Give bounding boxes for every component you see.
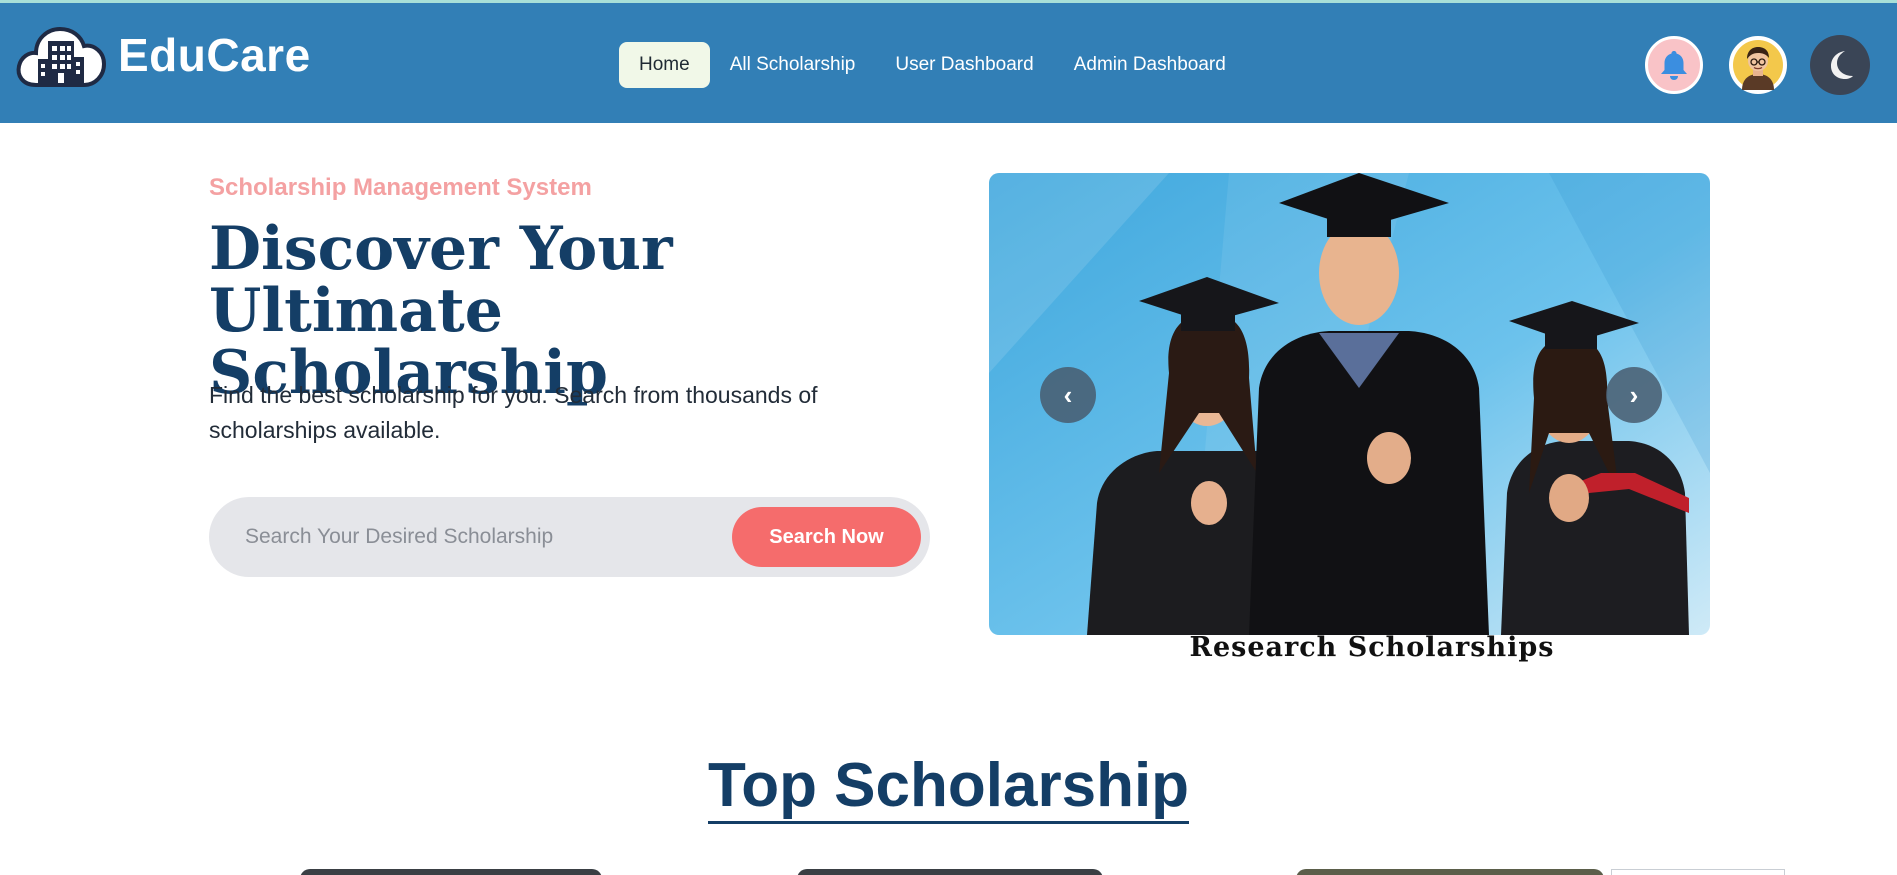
search-bar: Search Now xyxy=(209,497,930,577)
nav-item-home[interactable]: Home xyxy=(619,42,710,88)
nav-item-admin-dashboard[interactable]: Admin Dashboard xyxy=(1054,42,1246,88)
chevron-right-icon: › xyxy=(1629,379,1639,410)
scholarship-card[interactable] xyxy=(1296,869,1604,875)
theme-toggle-button[interactable] xyxy=(1810,35,1870,95)
hero-title: Discover Your Ultimate Scholarship xyxy=(209,214,673,408)
hero-description: Find the best scholarship for you. Searc… xyxy=(209,382,818,443)
nav-item-all-scholarship[interactable]: All Scholarship xyxy=(710,42,876,88)
moon-icon xyxy=(1831,51,1853,79)
cloud-building-icon xyxy=(16,26,107,87)
section-title: Top Scholarship xyxy=(0,750,1897,824)
carousel-caption: Research Scholarships xyxy=(1189,632,1555,663)
scholarship-card[interactable] xyxy=(797,869,1103,875)
hero-carousel xyxy=(989,173,1710,635)
main-nav: Home All Scholarship User Dashboard Admi… xyxy=(619,42,1246,88)
hero-eyebrow: Scholarship Management System xyxy=(209,174,592,201)
search-input[interactable] xyxy=(209,497,729,577)
brand[interactable]: EduCare xyxy=(14,19,311,91)
bell-icon xyxy=(1661,51,1687,80)
search-now-button[interactable]: Search Now xyxy=(732,507,921,567)
nav-item-user-dashboard[interactable]: User Dashboard xyxy=(875,42,1053,88)
user-avatar-icon xyxy=(1733,40,1783,90)
section-title-text: Top Scholarship xyxy=(707,751,1190,824)
scholarship-card[interactable] xyxy=(300,869,602,875)
brand-name: EduCare xyxy=(118,29,311,81)
avatar[interactable] xyxy=(1729,36,1787,94)
scholarship-card[interactable] xyxy=(1611,869,1785,875)
carousel-prev-button[interactable]: ‹ xyxy=(1040,367,1096,423)
top-navbar: EduCare Home All Scholarship User Dashbo… xyxy=(0,0,1897,123)
graduates-photo xyxy=(989,173,1710,635)
chevron-left-icon: ‹ xyxy=(1063,379,1073,410)
carousel-next-button[interactable]: › xyxy=(1606,367,1662,423)
notification-button[interactable] xyxy=(1645,36,1703,94)
